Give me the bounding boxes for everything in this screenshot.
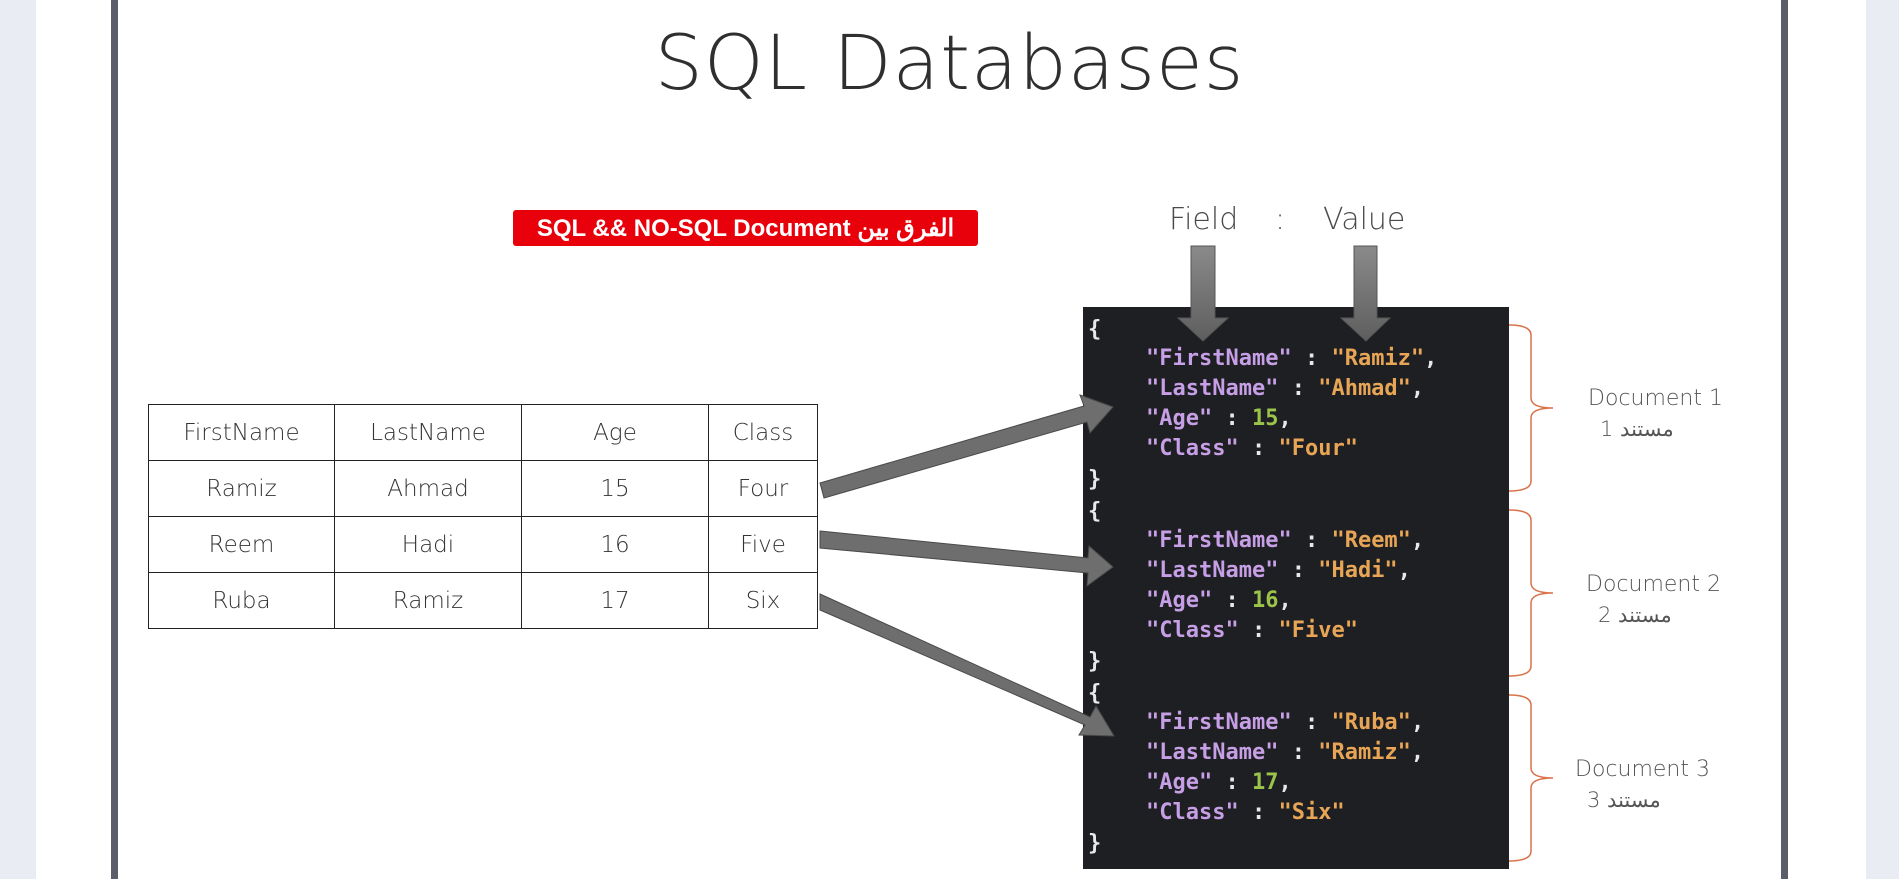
row3-to-document3-arrow — [819, 593, 1115, 737]
document-2-brace — [1508, 509, 1554, 677]
document-1-brace — [1508, 324, 1554, 492]
row1-to-document1-arrow — [819, 394, 1114, 499]
connector-overlay — [819, 245, 1554, 862]
value-down-arrow — [1339, 245, 1392, 342]
row2-to-document2-arrow — [819, 530, 1114, 588]
document-3-brace — [1508, 694, 1554, 862]
field-down-arrow — [1176, 245, 1230, 342]
